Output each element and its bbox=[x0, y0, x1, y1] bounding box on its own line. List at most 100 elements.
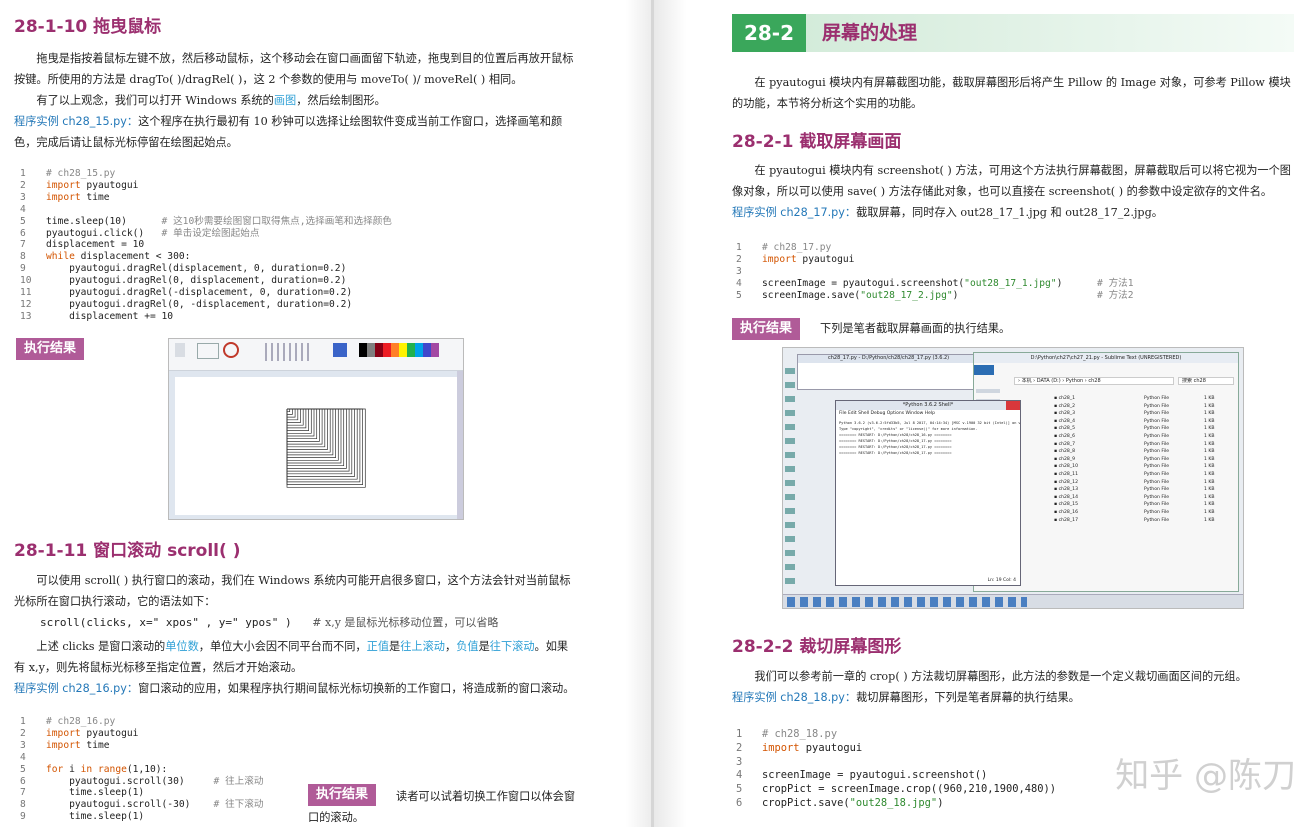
file-name: ▪ ch28_16 bbox=[1054, 509, 1078, 515]
shell-close-button[interactable] bbox=[1006, 401, 1020, 410]
line-number: 6 bbox=[20, 227, 26, 239]
file-size: 1 KB bbox=[1204, 479, 1215, 485]
taskbar-app-icons[interactable] bbox=[787, 597, 1027, 607]
file-name: ▪ ch28_2 bbox=[1054, 403, 1076, 409]
file-size: 1 KB bbox=[1204, 418, 1215, 424]
paint-scrollbar[interactable] bbox=[457, 371, 463, 519]
line-number: 3 bbox=[20, 191, 26, 203]
file-size: 1 KB bbox=[1204, 396, 1215, 401]
code-text: displacement += 10 bbox=[46, 310, 174, 322]
file-row[interactable]: ▪ ch28_7 Python File 1 KB bbox=[1054, 441, 1234, 449]
section-title: 屏幕的处理 bbox=[822, 22, 918, 44]
code-text: screenImage = pyautogui.screenshot() bbox=[762, 769, 988, 782]
line-number: 8 bbox=[20, 251, 26, 263]
spiral-stroke bbox=[286, 408, 339, 461]
file-size: 1 KB bbox=[1204, 502, 1215, 508]
paint-ribbon bbox=[169, 339, 463, 371]
code-line: 2 import pyautogui bbox=[736, 742, 1056, 756]
spiral-stroke bbox=[286, 408, 291, 413]
file-row[interactable]: ▪ ch28_4 Python File 1 KB bbox=[1054, 418, 1234, 426]
line-number: 4 bbox=[736, 769, 743, 782]
line-number: 6 bbox=[20, 775, 26, 787]
taskbar[interactable] bbox=[783, 594, 1243, 608]
file-type: Python File bbox=[1144, 433, 1170, 439]
code-block-17: 1 # ch28_17.py 2 import pyautogui 3 4 screenI… bbox=[736, 242, 1134, 302]
line-number: 1 bbox=[736, 242, 742, 253]
scroll-syntax: scroll(clicks, x=" xpos" , y=" ypos" ) #… bbox=[40, 616, 499, 629]
section-intro: 在 pyautogui 模块内有屏幕截图功能，截取屏幕图形后将产生 Pillow… bbox=[732, 76, 1291, 110]
shell-line: ======== RESTART: D:/Python/ch28/ch28_17… bbox=[839, 451, 952, 455]
file-row[interactable]: ▪ ch28_17 Python File 1 KB bbox=[1054, 517, 1234, 525]
code-text: import time bbox=[46, 739, 110, 751]
code-line: 10 pyautogui.dragRel(0, displacement, du… bbox=[20, 275, 392, 287]
file-type: Python File bbox=[1144, 441, 1170, 447]
file-row[interactable]: ▪ ch28_9 Python File 1 KB bbox=[1054, 456, 1234, 464]
file-row[interactable]: ▪ ch28_11 Python File 1 KB bbox=[1054, 471, 1234, 479]
scroll-paragraph-1: 可以使用 scroll( ) 执行窗口的滚动，我们在 Windows 系统内可能… bbox=[14, 574, 571, 608]
file-row[interactable]: ▪ ch28_16 Python File 1 KB bbox=[1054, 509, 1234, 517]
code-text: pyautogui.click() # 单击设定绘图起始点 bbox=[46, 227, 260, 239]
code-line: 4 bbox=[20, 752, 263, 764]
file-row[interactable]: ▪ ch28_15 Python File 1 KB bbox=[1054, 501, 1234, 509]
line-number: 1 bbox=[20, 168, 26, 179]
code-text: import pyautogui bbox=[762, 741, 863, 754]
file-size: 1 KB bbox=[1204, 403, 1215, 409]
desktop-icons bbox=[785, 368, 795, 588]
file-row[interactable]: ▪ ch28_6 Python File 1 KB bbox=[1054, 433, 1234, 441]
code-line: 4 screenImage = pyautogui.screenshot() bbox=[736, 769, 1056, 783]
code-line: 1 # ch28_15.py bbox=[20, 168, 392, 180]
line-number: 3 bbox=[736, 265, 742, 277]
spiral-stroke bbox=[286, 408, 328, 450]
file-type: Python File bbox=[1144, 509, 1170, 515]
explorer-path[interactable]: › 本机 › DATA (D:) › Python › ch28 bbox=[1014, 377, 1174, 385]
file-row[interactable]: ▪ ch28_2 Python File 1 KB bbox=[1054, 403, 1234, 411]
code-text: pyautogui.dragRel(0, -displacement, dura… bbox=[46, 298, 353, 310]
result-17-text: 下列是笔者截取屏幕画面的执行结果。 bbox=[820, 322, 1011, 335]
code-line: 6 cropPict.save("out28_18.jpg") bbox=[736, 797, 1056, 811]
code-text: screenImage = pyautogui.screenshot("out2… bbox=[762, 277, 1134, 289]
file-type: Python File bbox=[1144, 411, 1170, 417]
file-size: 1 KB bbox=[1204, 464, 1215, 470]
code-line: 9 time.sleep(1) bbox=[20, 811, 263, 823]
code-text: cropPict = screenImage.crop((960,210,190… bbox=[762, 783, 1057, 796]
file-size: 1 KB bbox=[1204, 411, 1215, 417]
file-row[interactable]: ▪ ch28_3 Python File 1 KB bbox=[1054, 410, 1234, 418]
file-row[interactable]: ▪ ch28_10 Python File 1 KB bbox=[1054, 463, 1234, 471]
file-row[interactable]: ▪ ch28_1 Python File 1 KB bbox=[1054, 395, 1234, 403]
capture-paragraph: 在 pyautogui 模块内有 screenshot( ) 方法，可用这个方法… bbox=[732, 164, 1291, 198]
line-number: 1 bbox=[736, 728, 743, 740]
line-number: 4 bbox=[20, 751, 26, 763]
explorer-tab-file[interactable] bbox=[974, 365, 994, 375]
code-line: 4 screenImage = pyautogui.screenshot("out… bbox=[736, 278, 1134, 290]
shell-menubar[interactable]: File Edit Shell Debug Options Window Hel… bbox=[836, 410, 1020, 418]
idle-editor-window: ch28_17.py - D:/Python/ch28/ch28_17.py (… bbox=[797, 354, 997, 390]
code-line: 2 import pyautogui bbox=[736, 254, 1134, 266]
file-row[interactable]: ▪ ch28_8 Python File 1 KB bbox=[1054, 448, 1234, 456]
explorer-search[interactable]: 搜索 ch28 bbox=[1178, 377, 1234, 385]
code-line: 5 time.sleep(10) # 这10秒需要绘图窗口取得焦点,选择画笔和选择… bbox=[20, 216, 392, 228]
paint-link[interactable]: 画图 bbox=[274, 94, 296, 107]
code-text: while displacement < 300: bbox=[46, 251, 191, 263]
file-row[interactable]: ▪ ch28_5 Python File 1 KB bbox=[1054, 425, 1234, 433]
code-text: cropPict.save("out28_18.jpg") bbox=[762, 796, 944, 809]
spiral-stroke bbox=[286, 408, 345, 467]
file-row[interactable]: ▪ ch28_12 Python File 1 KB bbox=[1054, 479, 1234, 487]
file-row[interactable]: ▪ ch28_14 Python File 1 KB bbox=[1054, 494, 1234, 502]
code-text: import time bbox=[46, 191, 110, 203]
line-number: 2 bbox=[736, 741, 743, 754]
shell-title: *Python 3.6.2 Shell* bbox=[836, 401, 1020, 410]
spiral-stroke bbox=[286, 408, 350, 472]
python-shell-window: *Python 3.6.2 Shell* File Edit Shell Deb… bbox=[835, 400, 1021, 586]
file-row[interactable]: ▪ ch28_13 Python File 1 KB bbox=[1054, 486, 1234, 494]
code-line: 3 bbox=[736, 756, 1056, 770]
code-line: 8 pyautogui.scroll(-30) # 往下滚动 bbox=[20, 799, 263, 811]
code-text: time.sleep(10) # 这10秒需要绘图窗口取得焦点,选择画笔和选择颜… bbox=[46, 215, 392, 227]
code-text: # ch28_15.py bbox=[46, 168, 116, 179]
line-number: 13 bbox=[20, 310, 32, 322]
code-line: 3 bbox=[736, 266, 1134, 278]
code-block-15: 1 # ch28_15.py 2 import pyautogui 3 import ti… bbox=[20, 168, 392, 323]
shell-status: Ln: 19 Col: 4 bbox=[987, 578, 1016, 583]
